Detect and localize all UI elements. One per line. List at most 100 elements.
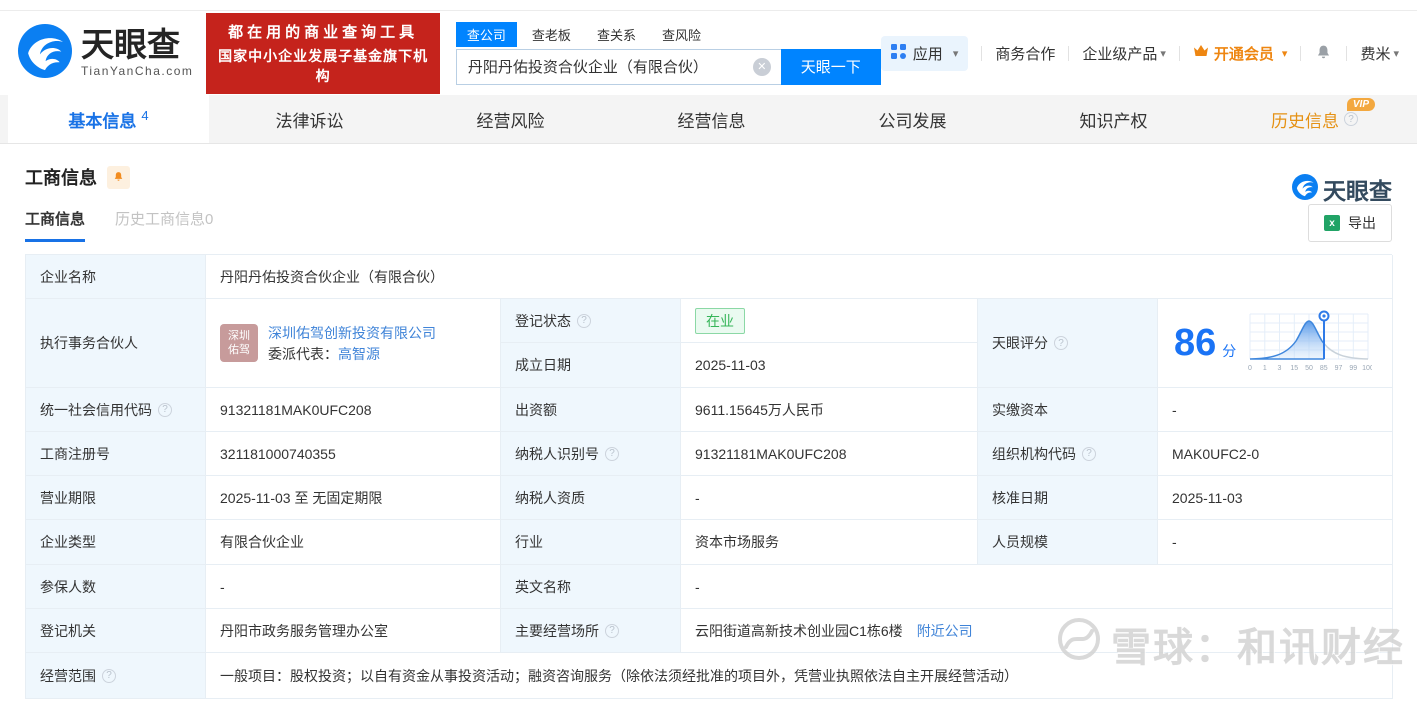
divider [1300, 45, 1302, 61]
help-icon[interactable]: ? [158, 402, 172, 417]
vip-badge: VIP [1346, 98, 1375, 111]
subtab-row: 工商信息 历史工商信息0 x 导出 [25, 204, 1392, 242]
help-icon[interactable]: ? [1054, 336, 1068, 350]
help-icon[interactable]: ? [605, 446, 619, 461]
field-value-reg-status: 在业 [681, 299, 978, 343]
field-value-industry: 资本市场服务 [681, 520, 978, 565]
slogan-line1: 都在用的商业查询工具 [228, 23, 419, 41]
nearby-companies-link[interactable]: 附近公司 [917, 621, 973, 641]
field-value-approval-date: 2025-11-03 [1158, 476, 1393, 520]
divider [981, 45, 983, 61]
field-value-insured-count: - [206, 565, 501, 609]
field-label-capital: 出资额 [501, 388, 681, 432]
tab-company-development[interactable]: 公司发展 [812, 95, 1013, 143]
help-icon[interactable]: ? [1344, 112, 1358, 126]
business-cooperation-link[interactable]: 商务合作 [995, 43, 1055, 64]
open-vip-button[interactable]: 开通会员 ▾ [1193, 43, 1287, 64]
field-value-reg-authority: 丹阳市政务服务管理办公室 [206, 609, 501, 653]
export-button[interactable]: x 导出 [1308, 204, 1392, 242]
delegate-prefix: 委派代表： [268, 345, 338, 362]
excel-icon: x [1324, 215, 1340, 231]
field-label-executive-partner: 执行事务合伙人 [26, 299, 206, 388]
tianyancha-swirl-icon [18, 23, 72, 83]
field-value-executive-partner: 深圳 佑驾 深圳佑驾创新投资有限公司 委派代表：高智源 [206, 299, 501, 388]
company-nav-tabs: 基本信息 4 法律诉讼 经营风险 经营信息 公司发展 知识产权 历史信息 ? V… [0, 95, 1417, 144]
field-label-taxpayer-id: 纳税人识别号? [501, 432, 681, 476]
field-label-staff-size: 人员规模 [978, 520, 1158, 565]
field-value-business-place: 云阳街道高新技术创业园C1栋6楼 附近公司 [681, 609, 1393, 653]
field-value-tyc-score[interactable]: 86 分 0 1 3 15 50 85 97 99 10 [1158, 299, 1393, 388]
field-label-industry: 行业 [501, 520, 681, 565]
search-tab-boss[interactable]: 查老板 [521, 22, 582, 47]
help-icon[interactable]: ? [102, 668, 116, 683]
field-label-reg-status: 登记状态? [501, 299, 681, 343]
notifications-bell-icon[interactable] [1314, 44, 1333, 63]
tianyancha-logo[interactable]: 天眼查 TianYanCha.com [18, 23, 193, 83]
help-icon[interactable]: ? [577, 313, 591, 328]
svg-text:50: 50 [1305, 365, 1313, 372]
field-value-company-type: 有限合伙企业 [206, 520, 501, 565]
search-area: 查公司 查老板 查关系 查风险 ✕ 天眼一下 [455, 21, 881, 85]
field-label-approval-date: 核准日期 [978, 476, 1158, 520]
apps-menu-button[interactable]: 应用 ▾ [880, 35, 969, 71]
crown-icon [1193, 44, 1209, 62]
search-submit-button[interactable]: 天眼一下 [780, 48, 881, 85]
tab-basic-info-count: 4 [141, 107, 149, 123]
field-value-company-name: 丹阳丹佑投资合伙企业（有限合伙） [206, 255, 1393, 299]
field-label-insured-count: 参保人数 [26, 565, 206, 609]
field-value-org-code: MAK0UFC2-0 [1158, 432, 1393, 476]
enterprise-products-link[interactable]: 企业级产品 ▾ [1082, 43, 1166, 64]
clear-search-icon[interactable]: ✕ [752, 57, 771, 76]
business-info-table: 企业名称 丹阳丹佑投资合伙企业（有限合伙） 执行事务合伙人 深圳 佑驾 深圳佑驾创… [25, 254, 1393, 699]
field-label-org-code: 组织机构代码? [978, 432, 1158, 476]
search-tab-relation[interactable]: 查关系 [586, 22, 647, 47]
field-value-establish-date: 2025-11-03 [681, 343, 978, 388]
top-menu: 应用 ▾ 商务合作 企业级产品 ▾ 开通会员 ▾ 费米 ▾ [880, 35, 1399, 71]
svg-text:99: 99 [1350, 365, 1358, 372]
watermark-brand-text: 天眼查 [1323, 178, 1392, 204]
field-value-taxpayer-id: 91321181MAK0UFC208 [681, 432, 978, 476]
partner-logo-avatar[interactable]: 深圳 佑驾 [220, 324, 258, 362]
help-icon[interactable]: ? [605, 623, 619, 638]
field-label-taxpayer-quality: 纳税人资质 [501, 476, 681, 520]
score-distribution-chart: 0 1 3 15 50 85 97 99 100 [1248, 310, 1372, 372]
field-value-taxpayer-quality: - [681, 476, 978, 520]
tab-business-risk[interactable]: 经营风险 [410, 95, 611, 143]
svg-text:1: 1 [1263, 365, 1267, 372]
field-label-establish-date: 成立日期 [501, 343, 681, 388]
field-label-company-type: 企业类型 [26, 520, 206, 565]
search-tab-risk[interactable]: 查风险 [651, 22, 712, 47]
monitor-bell-icon[interactable] [107, 165, 130, 189]
tab-history-info[interactable]: 历史信息 ? VIP [1214, 95, 1415, 143]
field-label-company-name: 企业名称 [26, 255, 206, 299]
score-unit: 分 [1222, 343, 1237, 359]
user-menu[interactable]: 费米 ▾ [1360, 43, 1399, 64]
subtab-history-business-info[interactable]: 历史工商信息0 [115, 208, 213, 242]
field-value-staff-size: - [1158, 520, 1393, 565]
partner-company-link[interactable]: 深圳佑驾创新投资有限公司 [268, 324, 436, 342]
help-icon[interactable]: ? [1082, 446, 1096, 461]
tab-intellectual-property[interactable]: 知识产权 [1013, 95, 1214, 143]
open-vip-label: 开通会员 [1213, 45, 1274, 63]
section-title: 工商信息 [25, 168, 97, 188]
field-value-capital: 9611.15645万人民币 [681, 388, 978, 432]
field-label-credit-code: 统一社会信用代码? [26, 388, 206, 432]
enterprise-products-label: 企业级产品 [1082, 45, 1158, 63]
score-number: 86 [1174, 322, 1217, 364]
tab-history-info-label: 历史信息 [1271, 111, 1339, 131]
chevron-down-icon: ▾ [1393, 47, 1399, 60]
search-tab-company[interactable]: 查公司 [455, 21, 517, 47]
export-label: 导出 [1348, 215, 1376, 231]
search-tabs: 查公司 查老板 查关系 查风险 [455, 21, 881, 47]
business-info-section: 天眼查 工商信息 工商信息 历史工商信息0 x 导出 企业名称 丹阳丹佑投资合伙… [0, 164, 1417, 699]
tab-basic-info[interactable]: 基本信息 4 [8, 95, 209, 143]
tab-business-info[interactable]: 经营信息 [611, 95, 812, 143]
delegate-link[interactable]: 高智源 [338, 346, 380, 362]
search-input[interactable] [455, 48, 781, 85]
subtab-business-info[interactable]: 工商信息 [25, 208, 86, 242]
tab-legal-litigation[interactable]: 法律诉讼 [209, 95, 410, 143]
chevron-down-icon: ▾ [1160, 47, 1166, 60]
divider [1068, 45, 1070, 61]
svg-text:3: 3 [1278, 365, 1282, 372]
apps-label: 应用 [912, 45, 943, 63]
